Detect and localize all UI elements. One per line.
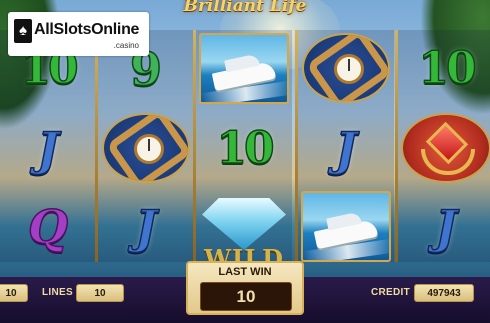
last-win-label: LAST WIN	[218, 266, 272, 278]
last-win-panel: LAST WIN 10	[186, 261, 304, 315]
lines-field[interactable]: 10	[76, 284, 124, 302]
bet-field[interactable]: 10	[0, 284, 28, 302]
casino-logo: ♠ AllSlotsOnline .casino	[8, 12, 149, 56]
spade-icon: ♠	[14, 19, 32, 43]
reel-symbol: J	[98, 188, 194, 265]
reel-symbol	[298, 188, 394, 265]
watch-icon	[302, 33, 390, 103]
reel-symbol: 10	[196, 110, 292, 187]
credit-field: 497943	[414, 284, 474, 302]
logo-text: AllSlotsOnline	[34, 21, 140, 38]
reel-symbol: WILD	[196, 188, 292, 273]
reel-symbol	[98, 110, 194, 187]
reel-divider	[193, 30, 196, 262]
symbol-j: J	[134, 199, 157, 255]
diamond-icon	[202, 198, 286, 250]
lines-label: LINES	[42, 287, 73, 298]
reel-divider	[295, 30, 298, 262]
yacht-icon	[199, 33, 289, 104]
symbol-j: J	[36, 121, 59, 177]
symbol-j: J	[334, 121, 357, 177]
reel-symbol: J	[398, 188, 490, 265]
reel-divider	[95, 30, 98, 262]
reel-symbol: J	[298, 110, 394, 187]
logo-subtext: .casino	[113, 41, 139, 50]
reel-symbol: 10	[398, 30, 490, 107]
last-win-value: 10	[200, 282, 292, 311]
reel-3: 10 WILD	[196, 30, 292, 273]
reel-symbol: Q	[0, 188, 96, 265]
symbol-q: Q	[27, 199, 69, 255]
credit-label: CREDIT	[371, 287, 411, 298]
reel-4: J	[298, 30, 394, 262]
symbol-10: 10	[418, 42, 478, 95]
slot-scene: Brilliant Life 10 J Q 9 J 10 WILD J 10 J ♠ AllSlo…	[0, 0, 490, 323]
reel-symbol: J	[0, 110, 96, 187]
reel-1: 10 J Q	[0, 30, 96, 262]
symbol-10: 10	[216, 122, 276, 175]
reel-5: 10 J	[398, 30, 490, 262]
symbol-j: J	[434, 199, 457, 255]
reel-symbol	[298, 30, 394, 107]
watch-icon	[102, 113, 190, 183]
game-title: Brilliant Life	[183, 0, 307, 16]
reel-symbol	[398, 110, 490, 187]
ring-icon	[401, 113, 490, 183]
reel-symbol	[196, 30, 292, 107]
reel-2: 9J	[98, 30, 194, 262]
yacht-icon	[301, 191, 391, 262]
reel-divider	[395, 30, 398, 262]
